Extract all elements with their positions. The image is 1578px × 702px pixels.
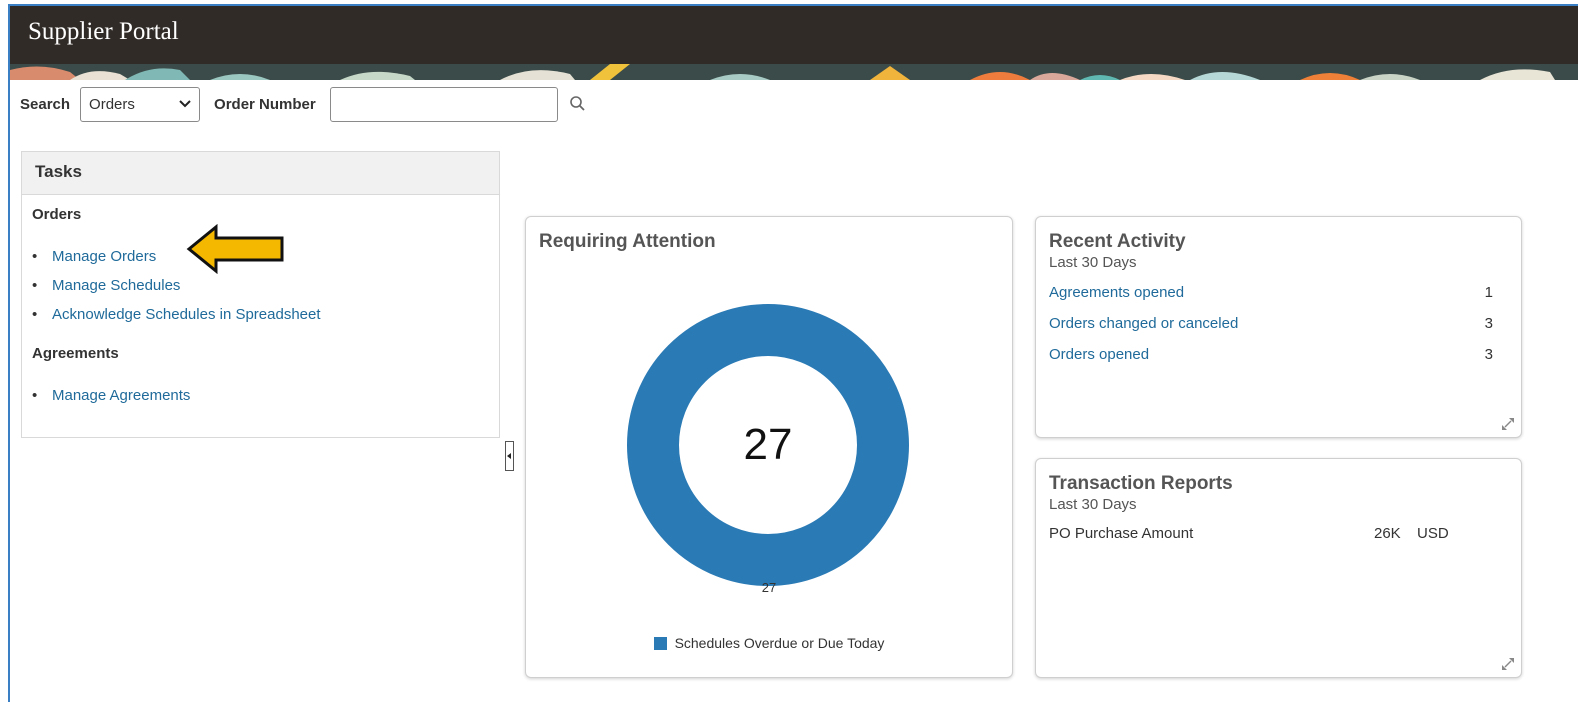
tasks-header: Tasks	[22, 152, 499, 195]
search-label: Search	[20, 95, 71, 113]
agreements-opened-link[interactable]: Agreements opened	[1049, 284, 1184, 301]
po-purchase-amount-label: PO Purchase Amount	[1049, 525, 1194, 542]
orders-opened-count: 3	[1484, 346, 1493, 363]
po-purchase-currency: USD	[1417, 525, 1449, 542]
task-manage-orders-link[interactable]: Manage Orders	[32, 248, 156, 265]
chart-legend: Schedules Overdue or Due Today	[526, 635, 1012, 651]
donut-total: 27	[743, 420, 793, 469]
tasks-section-orders: Orders	[32, 206, 82, 223]
tasks-section-agreements: Agreements	[32, 345, 119, 362]
banner-pattern	[10, 64, 1578, 80]
task-manage-schedules-link[interactable]: Manage Schedules	[32, 277, 181, 294]
task-acknowledge-schedules-link[interactable]: Acknowledge Schedules in Spreadsheet	[32, 306, 320, 323]
orders-changed-count: 3	[1484, 315, 1493, 332]
transaction-reports-title: Transaction Reports	[1049, 473, 1233, 494]
collapse-panel-button[interactable]	[505, 441, 514, 471]
search-bar: Search Orders Order Number	[20, 86, 588, 122]
donut-value-label: 27	[761, 580, 777, 595]
search-button[interactable]	[568, 94, 588, 114]
transaction-reports-subtitle: Last 30 Days	[1049, 496, 1137, 513]
recent-activity-subtitle: Last 30 Days	[1049, 254, 1137, 271]
task-manage-agreements-link[interactable]: Manage Agreements	[32, 387, 190, 404]
donut-chart[interactable]: 27	[626, 303, 910, 591]
legend-label: Schedules Overdue or Due Today	[674, 635, 885, 651]
app-title: Supplier Portal	[28, 18, 179, 45]
search-type-value: Orders	[89, 95, 135, 113]
chevron-down-icon	[179, 100, 191, 108]
order-number-label: Order Number	[214, 95, 316, 113]
orders-changed-link[interactable]: Orders changed or canceled	[1049, 315, 1238, 332]
po-purchase-amount-value: 26K	[1374, 525, 1401, 542]
search-type-select[interactable]: Orders	[80, 86, 201, 122]
agreements-opened-count: 1	[1484, 284, 1493, 301]
expand-icon[interactable]	[1501, 417, 1515, 431]
arrow-left-icon	[186, 224, 284, 274]
header-banner	[10, 64, 1578, 80]
collapse-left-icon	[507, 453, 511, 459]
recent-activity-card: Recent Activity Last 30 Days Agreements …	[1035, 216, 1522, 438]
magnifier-icon	[569, 96, 585, 111]
transaction-reports-card: Transaction Reports Last 30 Days PO Purc…	[1035, 458, 1522, 678]
orders-opened-link[interactable]: Orders opened	[1049, 346, 1149, 363]
app-header: Supplier Portal	[10, 6, 1578, 64]
order-number-input[interactable]	[329, 86, 558, 122]
tasks-panel: Tasks Orders Manage Orders Manage Schedu…	[21, 151, 500, 438]
legend-swatch	[653, 636, 667, 650]
expand-icon[interactable]	[1501, 657, 1515, 671]
requiring-attention-title: Requiring Attention	[539, 231, 716, 252]
requiring-attention-card: Requiring Attention 27 27 Schedules Over…	[525, 216, 1013, 678]
recent-activity-title: Recent Activity	[1049, 231, 1186, 252]
